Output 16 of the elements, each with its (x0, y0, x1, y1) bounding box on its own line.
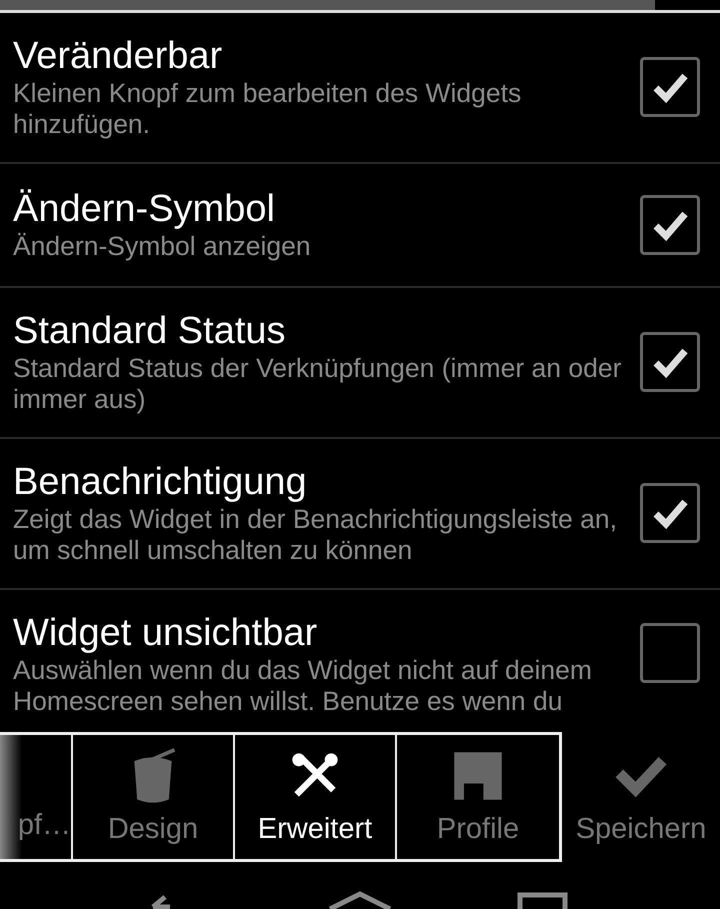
setting-description: Standard Status der Verknüpfungen (immer an oder immer aus) (13, 353, 622, 415)
setting-title: Standard Status (13, 309, 287, 353)
setting-title: Ändern-Symbol (13, 187, 276, 231)
tab[interactable]: pf… (0, 735, 73, 859)
setting-title: Benachrichtigung (13, 460, 308, 504)
checkbox[interactable] (640, 194, 700, 254)
checkbox[interactable] (640, 623, 700, 683)
setting-title: Widget unsichtbar (13, 611, 318, 655)
setting-description: Kleinen Knopf zum bearbeiten des Widgets hinzufügen. (13, 78, 522, 140)
setting-description: Zeigt das Widget in der Benachrichtigungsleiste an, um schnell umschalten zu können (13, 504, 618, 566)
checkbox[interactable] (640, 57, 700, 117)
setting-description: Ändern-Symbol anzeigen (13, 231, 312, 262)
setting-description: Auswählen wenn du das Widget nicht auf deinem Homescreen sehen willst. Benutze es wenn du (13, 655, 593, 717)
checkbox[interactable] (640, 332, 700, 392)
checkbox[interactable] (640, 483, 700, 543)
setting-title: Veränderbar (13, 34, 224, 78)
